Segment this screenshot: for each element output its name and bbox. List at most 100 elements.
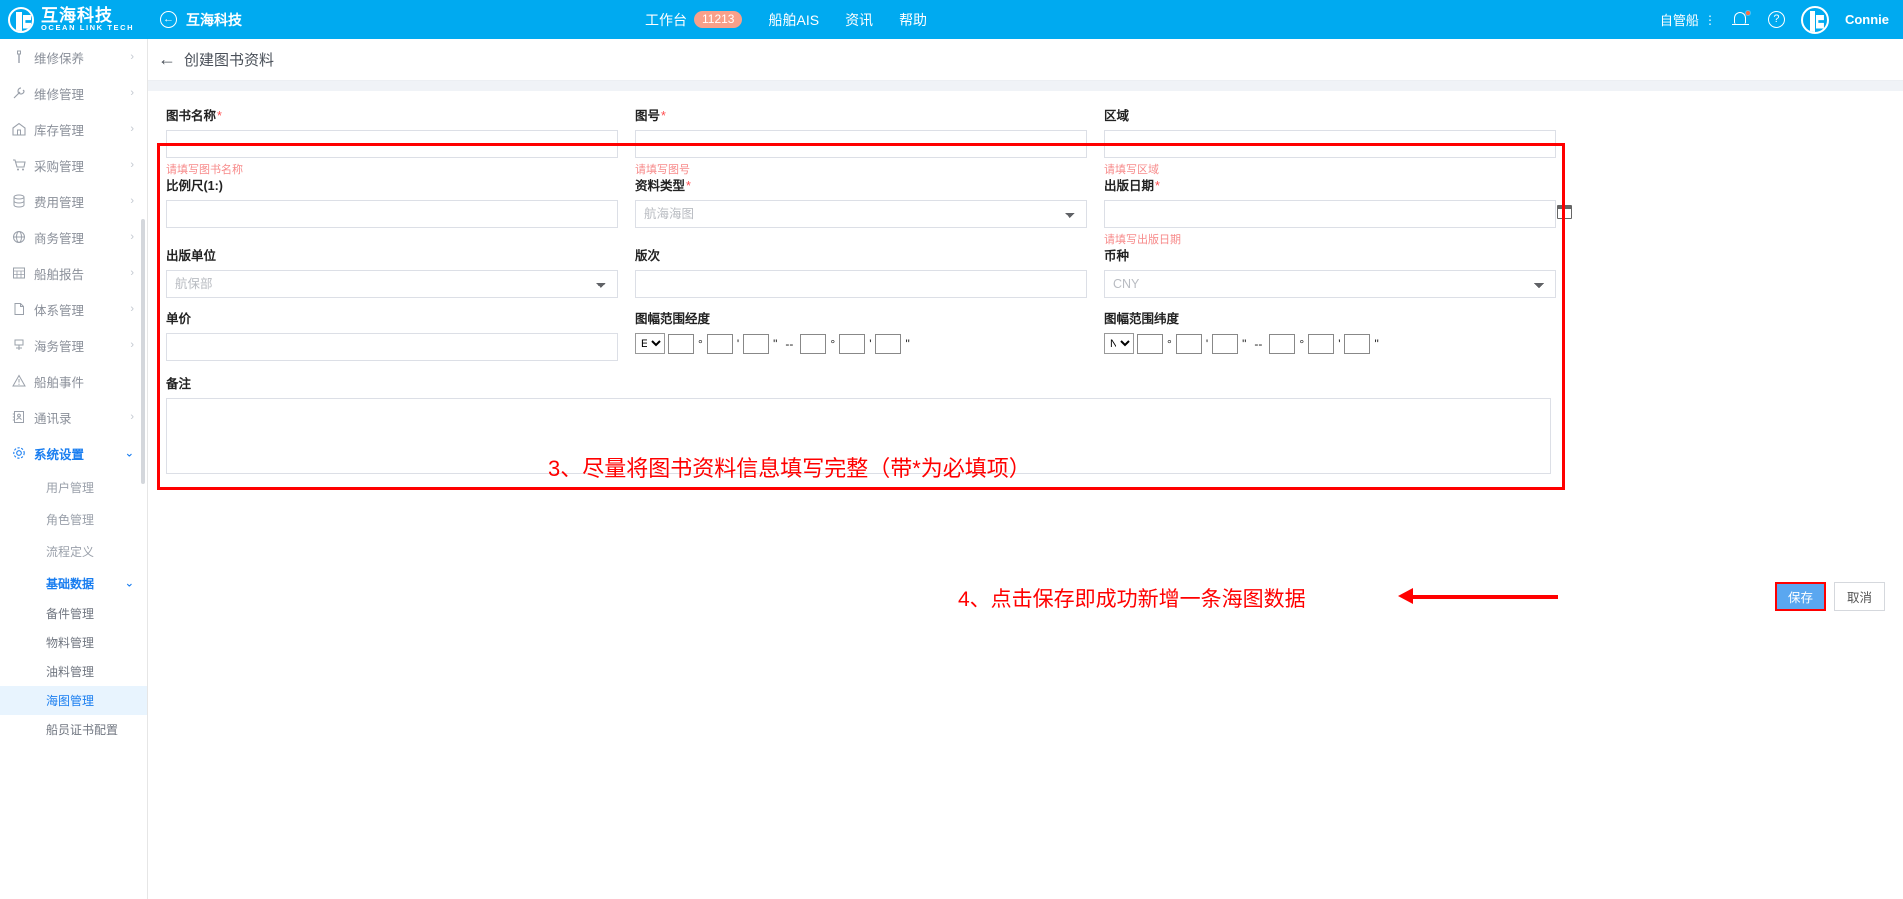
- sidebar-item-user-management[interactable]: 用户管理: [0, 471, 147, 503]
- longitude-range-dash: --: [785, 336, 794, 351]
- sidebar-scrollbar-thumb[interactable]: [141, 219, 145, 484]
- notification-button[interactable]: [1731, 9, 1752, 31]
- back-circle-icon[interactable]: ←: [160, 11, 177, 28]
- second-symbol: ": [773, 336, 778, 351]
- longitude-end-second-input[interactable]: [875, 333, 902, 354]
- publish-date-input[interactable]: [1104, 200, 1556, 228]
- sidebar-item-ship-events[interactable]: 船舶事件: [0, 363, 147, 399]
- sidebar-item-purchasing[interactable]: 采购管理 ›: [0, 147, 147, 183]
- cancel-button[interactable]: 取消: [1833, 582, 1885, 611]
- longitude-end-minute-input[interactable]: [839, 333, 866, 354]
- sidebar-item-maintenance[interactable]: 维修保养 ›: [0, 39, 147, 75]
- chevron-right-icon: ›: [130, 123, 134, 135]
- unit-price-input[interactable]: [166, 333, 618, 361]
- sidebar-item-ship-report[interactable]: 船舶报告 ›: [0, 255, 147, 291]
- brand-text: 互海科技 OCEAN LINK TECH: [41, 7, 134, 32]
- nav-item-ship-ais[interactable]: 船舶AIS: [768, 10, 819, 30]
- sidebar-item-spare-parts[interactable]: 备件管理: [0, 599, 147, 628]
- sidebar-item-fuel[interactable]: 油料管理: [0, 657, 147, 686]
- sidebar-item-basic-data[interactable]: 基础数据 ⌄: [0, 567, 147, 599]
- sidebar-item-chart-management[interactable]: 海图管理: [0, 686, 147, 715]
- sidebar-item-materials[interactable]: 物料管理: [0, 628, 147, 657]
- brand-logo[interactable]: 互海科技 OCEAN LINK TECH: [0, 0, 148, 39]
- field-label: 出版单位: [166, 245, 631, 264]
- longitude-start-degree-input[interactable]: [668, 333, 694, 354]
- annotation-arrow: [1398, 588, 1560, 604]
- field-latitude-range: 图幅范围纬度 N ° ' " -- ° ' ": [1104, 308, 1569, 361]
- chevron-right-icon: ›: [130, 339, 134, 351]
- degree-symbol: °: [1167, 336, 1172, 351]
- gear-icon: [12, 446, 34, 460]
- stack-icon: [12, 194, 34, 208]
- latitude-end-degree-input[interactable]: [1269, 333, 1296, 354]
- chevron-right-icon: ›: [130, 87, 134, 99]
- minute-symbol: ': [1205, 336, 1209, 351]
- publisher-select[interactable]: 航保部: [166, 270, 618, 298]
- wrench-tool-icon: [12, 50, 34, 64]
- field-currency: 币种 CNY: [1104, 245, 1569, 308]
- longitude-hemisphere-select[interactable]: E: [635, 333, 665, 354]
- chevron-right-icon: ›: [130, 51, 134, 63]
- sidebar-item-system-settings[interactable]: 系统设置 ⌄: [0, 435, 147, 471]
- longitude-start-minute-input[interactable]: [706, 333, 733, 354]
- latitude-start-degree-input[interactable]: [1137, 333, 1163, 354]
- more-dots-icon[interactable]: ⋮: [1704, 14, 1716, 26]
- app-root: 互海科技 OCEAN LINK TECH ← 互海科技 工作台 11213 船舶…: [0, 0, 1903, 899]
- scale-input[interactable]: [166, 200, 618, 228]
- scale-error-placeholder: [166, 231, 631, 245]
- sidebar-item-repair[interactable]: 维修管理 ›: [0, 75, 147, 111]
- sidebar-item-role-management[interactable]: 角色管理: [0, 503, 147, 535]
- workbench-count-badge: 11213: [694, 11, 743, 28]
- book-name-error: 请填写图书名称: [166, 164, 243, 176]
- latitude-start-second-input[interactable]: [1212, 333, 1239, 354]
- sidebar[interactable]: 维修保养 › 维修管理 › 库存管理 › 采购管理 › 费用管理 › 商务管理 …: [0, 39, 148, 899]
- longitude-start-second-input[interactable]: [743, 333, 770, 354]
- calendar-icon[interactable]: [1557, 205, 1572, 219]
- field-edition: 版次: [635, 245, 1100, 308]
- page-header: ← 创建图书资料: [148, 39, 1903, 81]
- currency-select[interactable]: CNY: [1104, 270, 1556, 298]
- data-type-select[interactable]: 航海海图: [635, 200, 1087, 228]
- user-name: Connie: [1844, 12, 1889, 27]
- nav-item-news[interactable]: 资讯: [845, 10, 873, 30]
- latitude-end-second-input[interactable]: [1344, 333, 1371, 354]
- sidebar-item-business[interactable]: 商务管理 ›: [0, 219, 147, 255]
- field-region: 区域 请填写区域: [1104, 105, 1569, 176]
- sidebar-item-system-mgmt[interactable]: 体系管理 ›: [0, 291, 147, 327]
- sidebar-item-crew-certificate-config[interactable]: 船员证书配置: [0, 715, 147, 744]
- field-label-text: 备注: [166, 377, 192, 391]
- longitude-end-degree-input[interactable]: [800, 333, 827, 354]
- latitude-start-minute-input[interactable]: [1175, 333, 1202, 354]
- globe-icon: [12, 230, 34, 244]
- help-question-icon[interactable]: ?: [1767, 11, 1785, 28]
- save-button[interactable]: 保存: [1774, 582, 1826, 611]
- document-icon: [12, 302, 34, 316]
- chevron-right-icon: ›: [130, 411, 134, 423]
- required-mark: *: [1155, 179, 1160, 193]
- sidebar-item-process-definition[interactable]: 流程定义: [0, 535, 147, 567]
- back-arrow-icon[interactable]: ←: [158, 49, 176, 70]
- latitude-hemisphere-select[interactable]: N: [1104, 333, 1134, 354]
- ship-selector[interactable]: 自管船 ⋮: [1660, 10, 1716, 29]
- sidebar-item-marine-affairs[interactable]: 海务管理 ›: [0, 327, 147, 363]
- sidebar-item-inventory[interactable]: 库存管理 ›: [0, 111, 147, 147]
- field-label: 币种: [1104, 245, 1569, 264]
- field-label-text: 出版日期: [1104, 179, 1155, 193]
- required-mark: *: [217, 109, 222, 123]
- edition-input[interactable]: [635, 270, 1087, 298]
- latitude-end-minute-input[interactable]: [1308, 333, 1335, 354]
- sidebar-item-contacts[interactable]: 通讯录 ›: [0, 399, 147, 435]
- row-gap: [166, 298, 631, 308]
- book-name-input[interactable]: [166, 130, 618, 158]
- avatar[interactable]: [1800, 5, 1829, 34]
- nav-item-workbench[interactable]: 工作台 11213: [645, 10, 743, 30]
- header-back-group[interactable]: ← 互海科技: [160, 10, 242, 30]
- degree-symbol: °: [698, 336, 703, 351]
- nav-item-help[interactable]: 帮助: [899, 10, 927, 30]
- region-input[interactable]: [1104, 130, 1556, 158]
- field-chart-no: 图号* 请填写图号: [635, 105, 1100, 176]
- sidebar-item-expense[interactable]: 费用管理 ›: [0, 183, 147, 219]
- chart-no-input[interactable]: [635, 130, 1087, 158]
- field-label: 区域: [1104, 105, 1569, 124]
- latitude-inputs: N ° ' " -- ° ' ": [1104, 333, 1569, 354]
